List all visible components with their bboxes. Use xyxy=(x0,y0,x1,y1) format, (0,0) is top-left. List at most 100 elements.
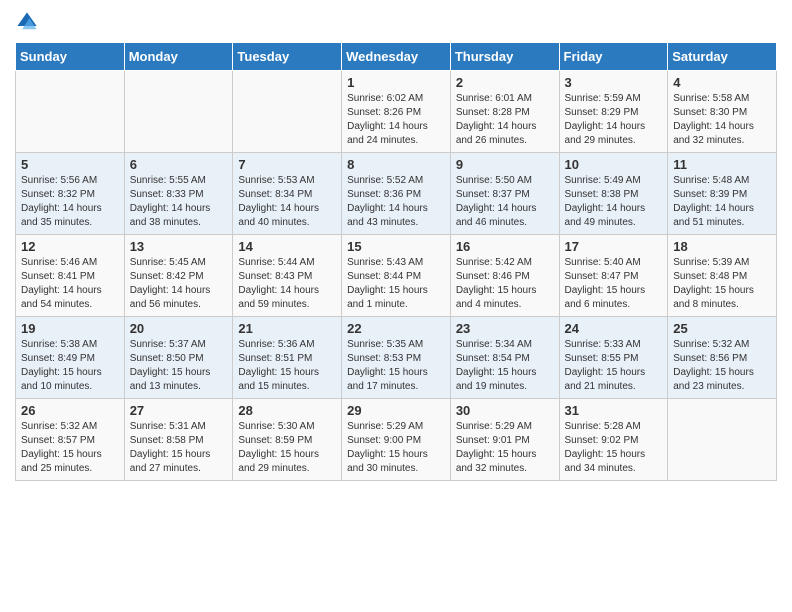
day-number: 26 xyxy=(21,403,119,418)
day-number: 25 xyxy=(673,321,771,336)
cell-info: Sunrise: 5:32 AM Sunset: 8:57 PM Dayligh… xyxy=(21,420,119,476)
calendar-cell: 25 Sunrise: 5:32 AM Sunset: 8:56 PM Dayli… xyxy=(668,317,777,399)
cell-info: Sunrise: 6:02 AM Sunset: 8:26 PM Dayligh… xyxy=(347,92,445,148)
day-number: 22 xyxy=(347,321,445,336)
calendar-cell: 15 Sunrise: 5:43 AM Sunset: 8:44 PM Dayli… xyxy=(342,235,451,317)
day-number: 16 xyxy=(456,239,554,254)
calendar-cell: 11 Sunrise: 5:48 AM Sunset: 8:39 PM Dayli… xyxy=(668,153,777,235)
calendar-cell: 4 Sunrise: 5:58 AM Sunset: 8:30 PM Daylig… xyxy=(668,71,777,153)
calendar-cell: 23 Sunrise: 5:34 AM Sunset: 8:54 PM Dayli… xyxy=(450,317,559,399)
calendar-cell: 19 Sunrise: 5:38 AM Sunset: 8:49 PM Dayli… xyxy=(16,317,125,399)
calendar-cell: 17 Sunrise: 5:40 AM Sunset: 8:47 PM Dayli… xyxy=(559,235,668,317)
day-number: 15 xyxy=(347,239,445,254)
day-number: 11 xyxy=(673,157,771,172)
day-number: 31 xyxy=(565,403,663,418)
calendar-cell: 28 Sunrise: 5:30 AM Sunset: 8:59 PM Dayli… xyxy=(233,399,342,481)
day-header-saturday: Saturday xyxy=(668,43,777,71)
day-number: 20 xyxy=(130,321,228,336)
calendar-cell: 30 Sunrise: 5:29 AM Sunset: 9:01 PM Dayli… xyxy=(450,399,559,481)
cell-info: Sunrise: 5:28 AM Sunset: 9:02 PM Dayligh… xyxy=(565,420,663,476)
calendar-cell: 16 Sunrise: 5:42 AM Sunset: 8:46 PM Dayli… xyxy=(450,235,559,317)
day-number: 7 xyxy=(238,157,336,172)
day-number: 4 xyxy=(673,75,771,90)
cell-info: Sunrise: 5:42 AM Sunset: 8:46 PM Dayligh… xyxy=(456,256,554,312)
day-number: 17 xyxy=(565,239,663,254)
cell-info: Sunrise: 5:59 AM Sunset: 8:29 PM Dayligh… xyxy=(565,92,663,148)
cell-info: Sunrise: 5:39 AM Sunset: 8:48 PM Dayligh… xyxy=(673,256,771,312)
calendar-week-row: 19 Sunrise: 5:38 AM Sunset: 8:49 PM Dayli… xyxy=(16,317,777,399)
logo-icon xyxy=(15,10,39,34)
logo xyxy=(15,10,43,34)
calendar-week-row: 1 Sunrise: 6:02 AM Sunset: 8:26 PM Daylig… xyxy=(16,71,777,153)
day-number: 18 xyxy=(673,239,771,254)
day-number: 29 xyxy=(347,403,445,418)
cell-info: Sunrise: 5:58 AM Sunset: 8:30 PM Dayligh… xyxy=(673,92,771,148)
cell-info: Sunrise: 5:33 AM Sunset: 8:55 PM Dayligh… xyxy=(565,338,663,394)
day-header-sunday: Sunday xyxy=(16,43,125,71)
cell-info: Sunrise: 5:40 AM Sunset: 8:47 PM Dayligh… xyxy=(565,256,663,312)
calendar-cell: 26 Sunrise: 5:32 AM Sunset: 8:57 PM Dayli… xyxy=(16,399,125,481)
calendar-cell: 5Sunrise: 5:56 AM Sunset: 8:32 PM Daylig… xyxy=(16,153,125,235)
calendar-cell: 18 Sunrise: 5:39 AM Sunset: 8:48 PM Dayli… xyxy=(668,235,777,317)
day-number: 10 xyxy=(565,157,663,172)
day-header-friday: Friday xyxy=(559,43,668,71)
cell-info: Sunrise: 5:43 AM Sunset: 8:44 PM Dayligh… xyxy=(347,256,445,312)
cell-info: Sunrise: 5:31 AM Sunset: 8:58 PM Dayligh… xyxy=(130,420,228,476)
calendar-table: SundayMondayTuesdayWednesdayThursdayFrid… xyxy=(15,42,777,481)
day-header-tuesday: Tuesday xyxy=(233,43,342,71)
cell-info: Sunrise: 5:55 AM Sunset: 8:33 PM Dayligh… xyxy=(130,174,228,230)
cell-info: Sunrise: 5:35 AM Sunset: 8:53 PM Dayligh… xyxy=(347,338,445,394)
day-number: 13 xyxy=(130,239,228,254)
day-header-wednesday: Wednesday xyxy=(342,43,451,71)
calendar-header-row: SundayMondayTuesdayWednesdayThursdayFrid… xyxy=(16,43,777,71)
calendar-week-row: 5Sunrise: 5:56 AM Sunset: 8:32 PM Daylig… xyxy=(16,153,777,235)
calendar-cell: 1 Sunrise: 6:02 AM Sunset: 8:26 PM Daylig… xyxy=(342,71,451,153)
calendar-cell: 12 Sunrise: 5:46 AM Sunset: 8:41 PM Dayli… xyxy=(16,235,125,317)
calendar-cell: 31 Sunrise: 5:28 AM Sunset: 9:02 PM Dayli… xyxy=(559,399,668,481)
calendar-week-row: 26 Sunrise: 5:32 AM Sunset: 8:57 PM Dayli… xyxy=(16,399,777,481)
calendar-cell xyxy=(233,71,342,153)
calendar-cell: 24Sunrise: 5:33 AM Sunset: 8:55 PM Dayli… xyxy=(559,317,668,399)
day-header-monday: Monday xyxy=(124,43,233,71)
day-number: 14 xyxy=(238,239,336,254)
calendar-cell: 3 Sunrise: 5:59 AM Sunset: 8:29 PM Daylig… xyxy=(559,71,668,153)
cell-info: Sunrise: 5:49 AM Sunset: 8:38 PM Dayligh… xyxy=(565,174,663,230)
cell-info: Sunrise: 5:46 AM Sunset: 8:41 PM Dayligh… xyxy=(21,256,119,312)
cell-info: Sunrise: 6:01 AM Sunset: 8:28 PM Dayligh… xyxy=(456,92,554,148)
calendar-cell: 7 Sunrise: 5:53 AM Sunset: 8:34 PM Daylig… xyxy=(233,153,342,235)
calendar-cell: 10 Sunrise: 5:49 AM Sunset: 8:38 PM Dayli… xyxy=(559,153,668,235)
calendar-cell: 29 Sunrise: 5:29 AM Sunset: 9:00 PM Dayli… xyxy=(342,399,451,481)
cell-info: Sunrise: 5:48 AM Sunset: 8:39 PM Dayligh… xyxy=(673,174,771,230)
cell-info: Sunrise: 5:34 AM Sunset: 8:54 PM Dayligh… xyxy=(456,338,554,394)
day-number: 28 xyxy=(238,403,336,418)
cell-info: Sunrise: 5:37 AM Sunset: 8:50 PM Dayligh… xyxy=(130,338,228,394)
calendar-cell: 20 Sunrise: 5:37 AM Sunset: 8:50 PM Dayli… xyxy=(124,317,233,399)
page-header xyxy=(15,10,777,34)
cell-info: Sunrise: 5:50 AM Sunset: 8:37 PM Dayligh… xyxy=(456,174,554,230)
calendar-cell: 13 Sunrise: 5:45 AM Sunset: 8:42 PM Dayli… xyxy=(124,235,233,317)
day-number: 12 xyxy=(21,239,119,254)
day-number: 30 xyxy=(456,403,554,418)
day-number: 6 xyxy=(130,157,228,172)
day-number: 19 xyxy=(21,321,119,336)
cell-info: Sunrise: 5:52 AM Sunset: 8:36 PM Dayligh… xyxy=(347,174,445,230)
cell-info: Sunrise: 5:45 AM Sunset: 8:42 PM Dayligh… xyxy=(130,256,228,312)
calendar-cell xyxy=(16,71,125,153)
day-number: 5 xyxy=(21,157,119,172)
cell-info: Sunrise: 5:53 AM Sunset: 8:34 PM Dayligh… xyxy=(238,174,336,230)
cell-info: Sunrise: 5:29 AM Sunset: 9:00 PM Dayligh… xyxy=(347,420,445,476)
day-number: 27 xyxy=(130,403,228,418)
day-number: 3 xyxy=(565,75,663,90)
calendar-cell: 6 Sunrise: 5:55 AM Sunset: 8:33 PM Daylig… xyxy=(124,153,233,235)
cell-info: Sunrise: 5:36 AM Sunset: 8:51 PM Dayligh… xyxy=(238,338,336,394)
cell-info: Sunrise: 5:30 AM Sunset: 8:59 PM Dayligh… xyxy=(238,420,336,476)
cell-info: Sunrise: 5:29 AM Sunset: 9:01 PM Dayligh… xyxy=(456,420,554,476)
day-number: 1 xyxy=(347,75,445,90)
calendar-cell: 22 Sunrise: 5:35 AM Sunset: 8:53 PM Dayli… xyxy=(342,317,451,399)
calendar-cell: 8Sunrise: 5:52 AM Sunset: 8:36 PM Daylig… xyxy=(342,153,451,235)
calendar-cell: 9Sunrise: 5:50 AM Sunset: 8:37 PM Daylig… xyxy=(450,153,559,235)
cell-info: Sunrise: 5:32 AM Sunset: 8:56 PM Dayligh… xyxy=(673,338,771,394)
cell-info: Sunrise: 5:38 AM Sunset: 8:49 PM Dayligh… xyxy=(21,338,119,394)
day-number: 23 xyxy=(456,321,554,336)
cell-info: Sunrise: 5:44 AM Sunset: 8:43 PM Dayligh… xyxy=(238,256,336,312)
